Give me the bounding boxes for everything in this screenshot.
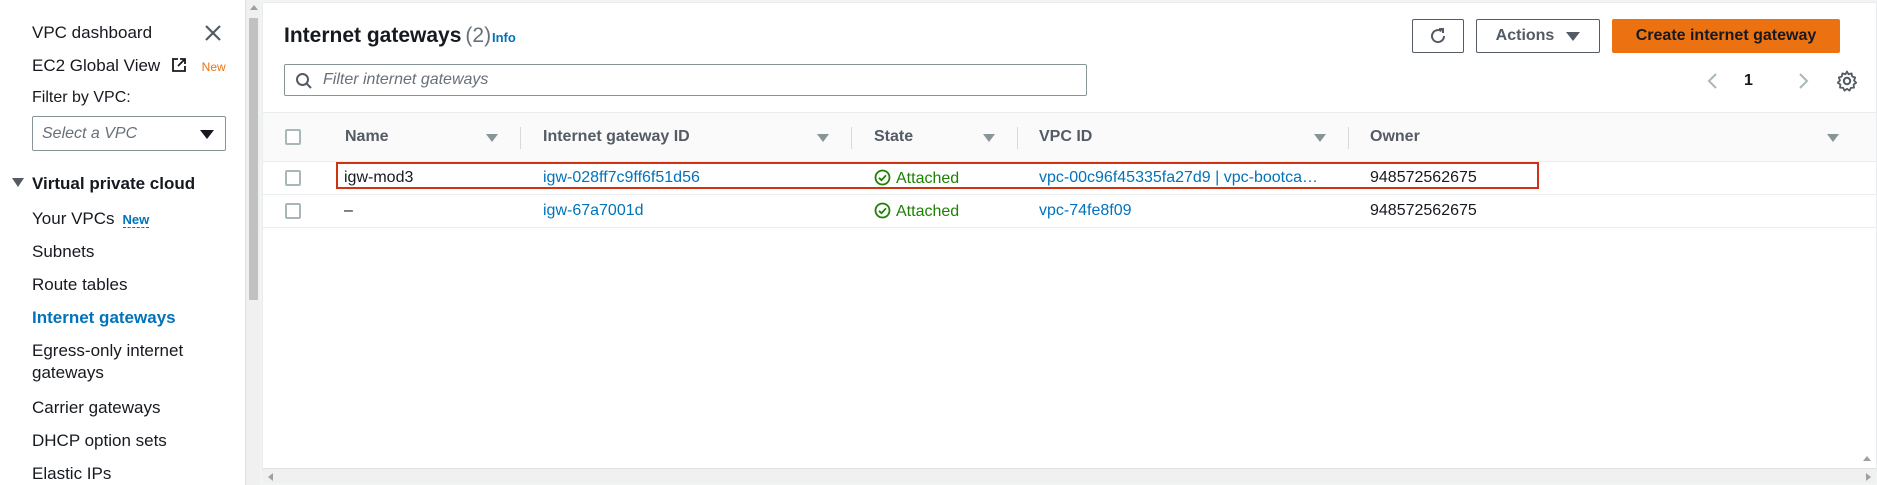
sort-icon[interactable] — [1827, 134, 1839, 142]
sidebar-item-label-line2: gateways — [32, 363, 104, 382]
page-title-text: Internet gateways — [284, 24, 462, 47]
new-badge: New — [201, 60, 226, 74]
refresh-icon — [1431, 28, 1446, 44]
chevron-right-icon[interactable] — [1794, 71, 1812, 91]
sidebar-item-vpc-dashboard[interactable]: VPC dashboard — [32, 22, 152, 44]
sidebar-scrollbar[interactable] — [245, 0, 260, 485]
search-input[interactable] — [323, 69, 1063, 91]
select-all-checkbox[interactable] — [285, 129, 301, 145]
sidebar-item-ec2-global-view[interactable]: EC2 Global View New — [32, 55, 226, 78]
cell-owner: 948572562675 — [1370, 202, 1477, 219]
create-internet-gateway-button[interactable]: Create internet gateway — [1612, 19, 1840, 53]
create-label: Create internet gateway — [1635, 27, 1817, 44]
sidebar-item-elastic-ips[interactable]: Elastic IPs — [32, 463, 111, 485]
horizontal-scrollbar[interactable] — [263, 468, 1876, 483]
table-row[interactable]: – igw-67a7001d Attached vpc-74fe8f09 948… — [263, 195, 1876, 228]
cell-vpc-id[interactable]: vpc-74fe8f09 — [1039, 202, 1132, 220]
column-header-name[interactable]: Name — [345, 128, 389, 146]
column-header-owner[interactable]: Owner — [1370, 128, 1420, 146]
sort-icon[interactable] — [486, 134, 498, 142]
scroll-right-arrow-icon[interactable] — [1866, 473, 1871, 481]
close-icon[interactable] — [202, 22, 224, 44]
refresh-button[interactable] — [1412, 19, 1464, 53]
section-virtual-private-cloud[interactable]: Virtual private cloud — [12, 174, 195, 194]
search-box — [284, 64, 1087, 96]
caret-down-icon — [1566, 31, 1581, 41]
cell-internet-gateway-id[interactable]: igw-028ff7c9ff6f51d56 — [543, 169, 700, 187]
cell-state: Attached — [874, 169, 959, 188]
row-checkbox[interactable] — [285, 203, 301, 219]
sidebar-item-dhcp-option-sets[interactable]: DHCP option sets — [32, 430, 167, 452]
gear-icon[interactable] — [1835, 69, 1859, 93]
sidebar: VPC dashboard EC2 Global View New Filter… — [0, 0, 245, 485]
chevron-left-icon[interactable] — [1704, 71, 1722, 91]
table-row[interactable]: igw-mod3 igw-028ff7c9ff6f51d56 Attached … — [263, 162, 1876, 195]
column-header-vpc-id[interactable]: VPC ID — [1039, 128, 1092, 146]
caret-down-icon — [200, 130, 214, 139]
vpc-select[interactable]: Select a VPC — [32, 116, 226, 151]
section-title: Virtual private cloud — [32, 174, 196, 193]
column-divider[interactable] — [851, 127, 852, 149]
sort-icon[interactable] — [983, 134, 995, 142]
sort-icon[interactable] — [817, 134, 829, 142]
cell-state: Attached — [874, 202, 959, 221]
check-circle-icon — [874, 202, 891, 219]
internet-gateways-panel: Internet gateways (2) Info Actions Create… — [262, 2, 1877, 483]
sidebar-item-your-vpcs[interactable]: Your VPCs New — [32, 208, 150, 231]
table-header: Name Internet gateway ID State VPC ID Ow… — [263, 112, 1876, 162]
column-divider[interactable] — [520, 127, 521, 149]
item-count: (2) — [465, 24, 492, 47]
scroll-up-arrow-icon[interactable] — [1863, 456, 1871, 461]
sidebar-item-egress-only-internet-gateways[interactable]: Egress-only internet gateways — [32, 340, 183, 384]
pagination: 1 — [1704, 67, 1824, 95]
sidebar-item-carrier-gateways[interactable]: Carrier gateways — [32, 397, 161, 419]
actions-label: Actions — [1495, 27, 1555, 44]
column-header-state[interactable]: State — [874, 128, 913, 146]
sidebar-item-internet-gateways[interactable]: Internet gateways — [32, 307, 176, 329]
cell-owner: 948572562675 — [1370, 169, 1477, 186]
state-label: Attached — [896, 203, 960, 220]
actions-button[interactable]: Actions — [1476, 19, 1600, 53]
cell-name: igw-mod3 — [344, 169, 414, 186]
sidebar-item-label: Your VPCs — [32, 209, 115, 228]
sidebar-item-subnets[interactable]: Subnets — [32, 241, 94, 263]
sidebar-item-label: EC2 Global View — [32, 56, 161, 75]
row-checkbox[interactable] — [285, 170, 301, 186]
cell-internet-gateway-id[interactable]: igw-67a7001d — [543, 202, 644, 220]
filter-by-vpc-label: Filter by VPC: — [32, 89, 131, 106]
state-label: Attached — [896, 170, 960, 187]
scrollbar-thumb[interactable] — [249, 18, 258, 300]
page-title: Internet gateways (2) — [284, 24, 491, 48]
sort-icon[interactable] — [1314, 134, 1326, 142]
sidebar-item-route-tables[interactable]: Route tables — [32, 274, 127, 296]
column-divider[interactable] — [1348, 127, 1349, 149]
vpc-select-placeholder: Select a VPC — [42, 125, 138, 142]
page-number[interactable]: 1 — [1744, 72, 1753, 90]
new-badge[interactable]: New — [122, 212, 150, 228]
scroll-up-arrow-icon[interactable] — [250, 5, 258, 10]
cell-vpc-id[interactable]: vpc-00c96f45335fa27d9 | vpc-bootca… — [1039, 169, 1318, 187]
caret-down-icon — [12, 178, 24, 187]
cell-name: – — [344, 202, 353, 219]
scroll-left-arrow-icon[interactable] — [268, 473, 273, 481]
sidebar-item-label-line1: Egress-only internet — [32, 341, 184, 360]
column-divider[interactable] — [1017, 127, 1018, 149]
search-icon — [296, 73, 312, 89]
column-header-internet-gateway-id[interactable]: Internet gateway ID — [543, 128, 690, 146]
external-link-icon — [172, 58, 186, 72]
check-circle-icon — [874, 169, 891, 186]
info-link[interactable]: Info — [492, 30, 516, 45]
